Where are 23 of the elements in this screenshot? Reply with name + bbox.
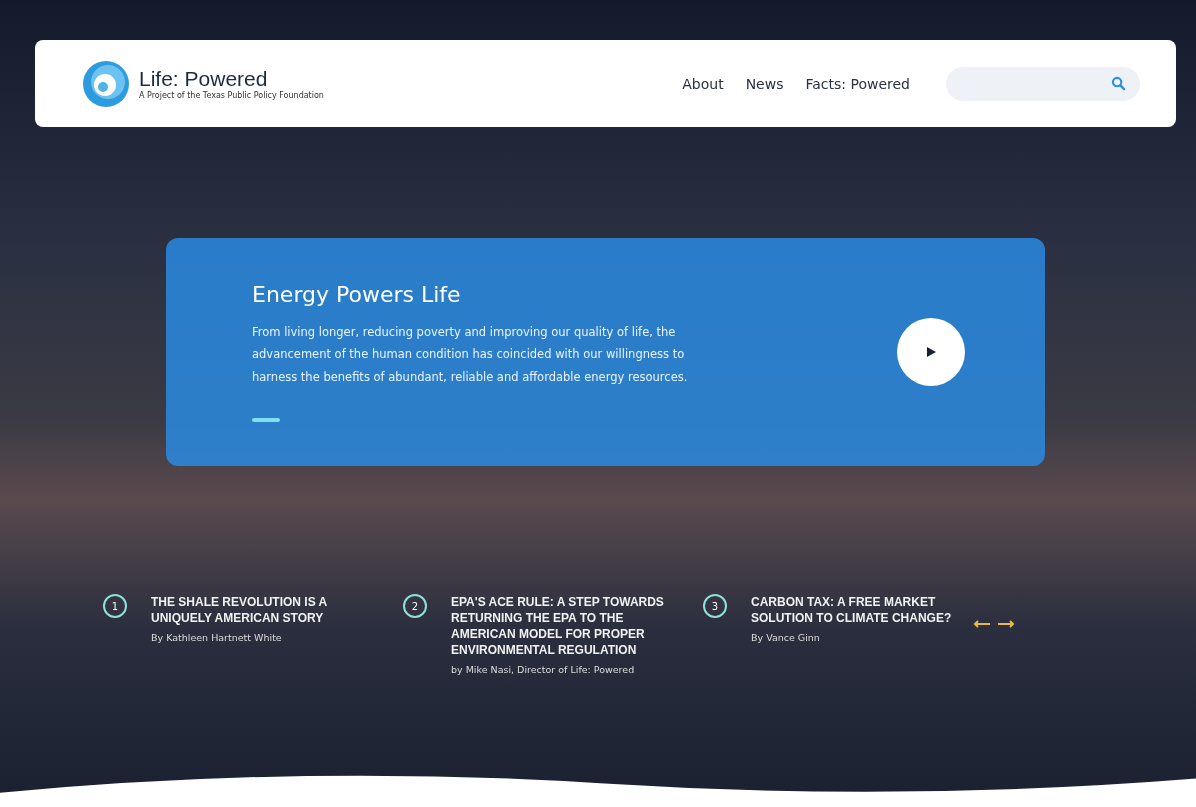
- left-arrow-icon[interactable]: [973, 620, 991, 628]
- search-icon[interactable]: [1111, 76, 1126, 91]
- search-field[interactable]: [946, 66, 1140, 101]
- nav-link[interactable]: Facts: Powered: [805, 75, 910, 92]
- story-title[interactable]: CARBON TAX: A FREE MARKET SOLUTION TO CLIMATE CHANGE?: [751, 594, 976, 626]
- logo-tagline: A Project of the Texas Public Policy Foundation: [139, 91, 324, 100]
- story-byline: By Kathleen Hartnett White: [151, 632, 283, 643]
- story-title[interactable]: THE SHALE REVOLUTION IS A UNIQUELY AMERICAN STORY: [151, 594, 376, 626]
- swirl-logo-icon: [81, 58, 131, 109]
- play-icon: [925, 346, 937, 358]
- nav-link[interactable]: About: [682, 75, 724, 92]
- right-arrow-icon[interactable]: [997, 620, 1015, 628]
- story-title[interactable]: EPA'S ACE RULE: A STEP TOWARDS RETURNING THE EPA TO THE AMERICAN MODEL FOR PROPER ENVIRONMENTAL REGULATION: [451, 594, 676, 658]
- hero-text: From living longer, reducing poverty and improving our quality of life, the advancement of the human condition has coincided with our willingness to harness the benefits of abundant, reliable and affordable energy resources.: [252, 323, 689, 386]
- hero-title: Energy Powers Life: [252, 281, 462, 307]
- story-number: 3: [703, 594, 727, 618]
- nav-link[interactable]: News: [745, 75, 784, 92]
- story-number: 2: [403, 594, 427, 618]
- story-byline: by Mike Nasi, Director of Life: Powered: [451, 664, 636, 675]
- slide-indicator[interactable]: [252, 418, 280, 423]
- story-byline: By Vance Ginn: [751, 632, 821, 643]
- story-number: 1: [103, 594, 127, 618]
- logo-name[interactable]: Life: Powered: [139, 67, 324, 91]
